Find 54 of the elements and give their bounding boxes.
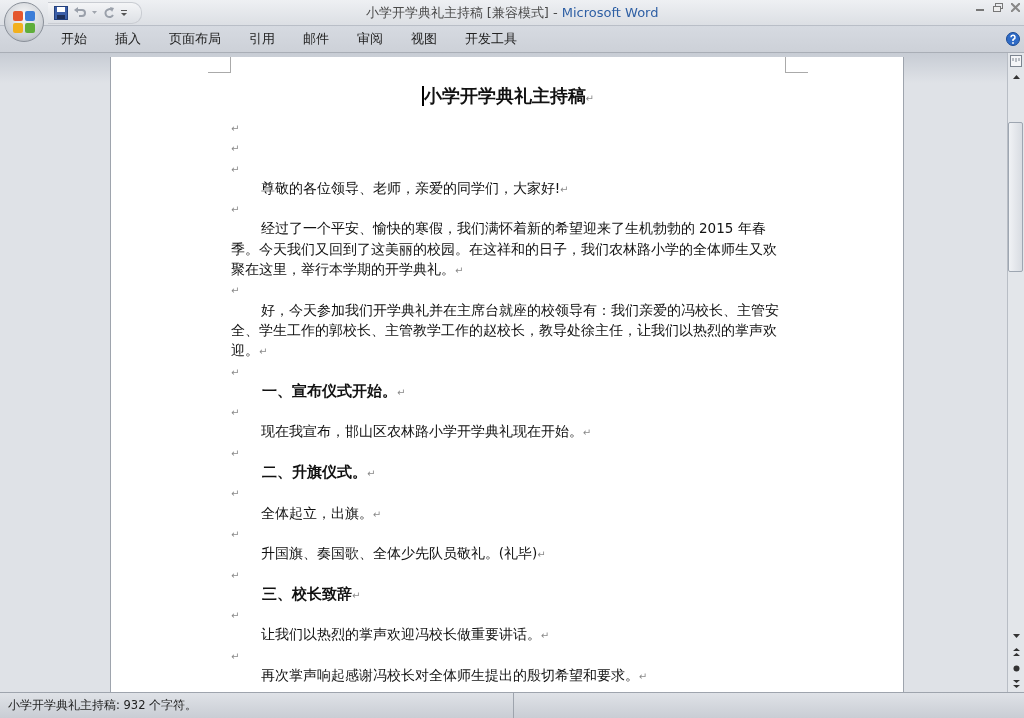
paragraph: 经过了一个平安、愉快的寒假，我们满怀着新的希望迎来了生机勃勃的 2015 年春季。今天我们又回到了这美丽的校园。在这祥和的日子，我们农林路小学的全体师生又欢聚在这里，举行本学期的开学典礼。↵: [231, 220, 777, 278]
paragraph-mark: ↵: [231, 569, 240, 581]
dropdown-icon[interactable]: [92, 11, 97, 15]
document-title: 小学开学典礼主持稿↵: [423, 86, 594, 106]
paragraph-mark: ↵: [231, 366, 240, 378]
ribbon-tab[interactable]: 视图: [400, 26, 448, 52]
help-icon[interactable]: [1006, 32, 1020, 46]
ruler-icon[interactable]: [1010, 55, 1022, 67]
scroll-down-icon[interactable]: [1012, 634, 1020, 638]
close-icon[interactable]: [1011, 3, 1020, 12]
paragraph-mark: ↵: [231, 650, 240, 662]
section-heading: 二、升旗仪式。↵: [262, 463, 376, 482]
scroll-up-icon[interactable]: [1012, 75, 1020, 79]
paragraph-mark: ↵: [231, 163, 240, 175]
redo-icon[interactable]: [103, 7, 115, 19]
office-logo-icon: [12, 10, 36, 34]
restore-icon[interactable]: [993, 3, 1003, 12]
paragraph: 好，今天参加我们开学典礼并在主席台就座的校领导有：我们亲爱的冯校长、主管安全、学生工作的郭校长、主管教学工作的赵校长，教导处徐主任，让我们以热烈的掌声欢迎。↵: [231, 301, 779, 359]
undo-icon[interactable]: [74, 7, 86, 19]
section-heading: 三、校长致辞↵: [262, 584, 361, 603]
paragraph: 升国旗、奏国歌、全体少先队员敬礼。(礼毕)↵: [260, 545, 546, 562]
customize-icon[interactable]: [121, 10, 127, 16]
paragraph: 尊敬的各位领导、老师，亲爱的同学们，大家好!↵: [260, 179, 569, 196]
paragraph-mark: ↵: [231, 407, 240, 419]
paragraph-mark: ↵: [231, 610, 240, 622]
save-icon[interactable]: [54, 6, 68, 20]
paragraph-mark: ↵: [231, 204, 240, 216]
word-count[interactable]: 小学开学典礼主持稿: 932 个字符。: [8, 698, 198, 713]
ribbon-tab[interactable]: 邮件: [292, 26, 340, 52]
ribbon-tab[interactable]: 页面布局: [158, 26, 232, 52]
next-page-icon[interactable]: [1012, 680, 1020, 688]
section-heading: 一、宣布仪式开始。↵: [262, 381, 406, 400]
ribbon-tab[interactable]: 开始: [50, 26, 98, 52]
app-name: Microsoft Word: [561, 5, 659, 20]
scrollbar-thumb[interactable]: [1008, 122, 1023, 272]
paragraph-mark: ↵: [231, 285, 240, 297]
browse-object-icon[interactable]: [1012, 664, 1020, 672]
ribbon-tab[interactable]: 插入: [104, 26, 152, 52]
paragraph: 再次掌声响起感谢冯校长对全体师生提出的殷切希望和要求。↵: [260, 667, 648, 683]
previous-page-icon[interactable]: [1012, 648, 1020, 656]
paragraph-mark: ↵: [231, 143, 240, 155]
title-separator: -: [552, 5, 558, 20]
paragraph: 让我们以热烈的掌声欢迎冯校长做重要讲话。↵: [260, 626, 550, 643]
ribbon-tab[interactable]: 开发工具: [454, 26, 528, 52]
paragraph-mark: ↵: [231, 488, 240, 500]
paragraph: 现在我宣布，邯山区农林路小学开学典礼现在开始。↵: [260, 423, 592, 440]
ribbon-tab[interactable]: 审阅: [346, 26, 394, 52]
paragraph: 全体起立，出旗。↵: [260, 504, 382, 521]
paragraph-mark: ↵: [231, 447, 240, 459]
window-title: 小学开学典礼主持稿 [兼容模式]: [365, 5, 549, 20]
paragraph-mark: ↵: [231, 123, 240, 134]
paragraph-mark: ↵: [231, 528, 240, 540]
text-cursor: [422, 86, 424, 106]
ribbon-tab[interactable]: 引用: [238, 26, 286, 52]
